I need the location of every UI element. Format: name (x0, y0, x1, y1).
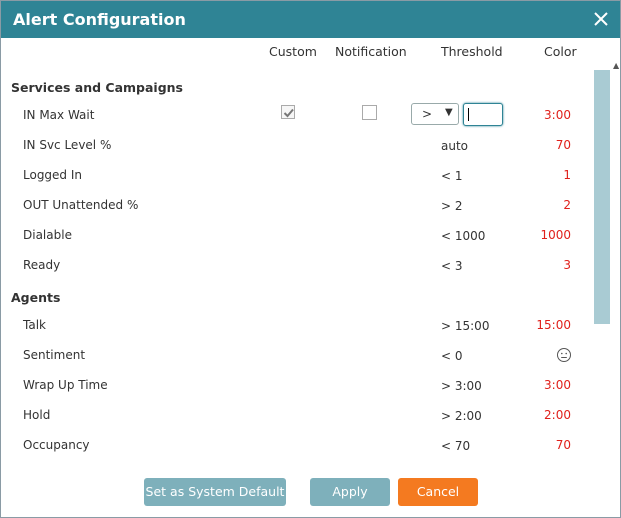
chevron-down-icon: ▼ (445, 107, 453, 118)
neutral-face-icon (556, 347, 572, 363)
row-threshold: > 2 (441, 199, 463, 213)
row-threshold: < 0 (441, 349, 463, 363)
row-color-value: 3:00 (544, 378, 571, 392)
scroll-up-icon[interactable]: ▲ (613, 61, 619, 70)
operator-value: > (422, 107, 433, 121)
dialog-titlebar: Alert Configuration (1, 1, 620, 38)
row-color-value: 3:00 (544, 108, 571, 122)
alert-configuration-dialog: Alert Configuration Custom Notification … (0, 0, 621, 518)
row-threshold: auto (441, 139, 469, 153)
row-threshold: > 2:00 (441, 409, 482, 423)
threshold-value-input[interactable] (463, 103, 503, 126)
section-title-agents: Agents (11, 290, 61, 305)
section-title-services: Services and Campaigns (11, 80, 183, 95)
row-label: Talk (23, 318, 46, 332)
row-threshold: > 15:00 (441, 319, 490, 333)
row-color-value: 70 (555, 438, 571, 452)
scrollbar-thumb[interactable] (594, 70, 610, 324)
row-color-value: 1 (563, 168, 571, 182)
set-system-default-button[interactable]: Set as System Default (144, 478, 286, 506)
row-label: OUT Unattended % (23, 198, 139, 212)
checkmark-icon (283, 108, 294, 118)
column-header-notification: Notification (335, 44, 407, 59)
row-threshold: < 70 (441, 439, 471, 453)
text-caret (468, 108, 469, 121)
row-threshold: < 1 (441, 169, 463, 183)
close-icon[interactable] (591, 9, 611, 29)
row-color-value: 2 (563, 198, 571, 212)
row-threshold: < 3 (441, 259, 463, 273)
dialog-title: Alert Configuration (13, 10, 186, 29)
row-label: Ready (23, 258, 61, 272)
row-label: Dialable (23, 228, 72, 242)
row-label: Occupancy (23, 438, 90, 452)
column-header-threshold: Threshold (441, 44, 503, 59)
column-header-custom: Custom (269, 44, 317, 59)
notification-checkbox[interactable] (362, 105, 377, 120)
row-color-value: 2:00 (544, 408, 571, 422)
row-label: Logged In (23, 168, 83, 182)
apply-button[interactable]: Apply (310, 478, 390, 506)
row-label: Wrap Up Time (23, 378, 108, 392)
row-threshold: < 1000 (441, 229, 486, 243)
row-label: Hold (23, 408, 51, 422)
row-label: Sentiment (23, 348, 86, 362)
alert-list[interactable]: Services and Campaigns IN Max Wait 3:00 … (1, 67, 592, 471)
row-label: IN Max Wait (23, 108, 95, 122)
column-header-color: Color (544, 44, 577, 59)
custom-checkbox[interactable] (281, 105, 295, 119)
cancel-button[interactable]: Cancel (398, 478, 478, 506)
row-color-value: 15:00 (536, 318, 571, 332)
row-color-value: 3 (563, 258, 571, 272)
row-color-value: 70 (555, 138, 571, 152)
row-color-value: 1000 (540, 228, 571, 242)
threshold-operator-select[interactable]: > ▼ (411, 103, 459, 125)
row-threshold: > 3:00 (441, 379, 482, 393)
row-label: IN Svc Level % (23, 138, 112, 152)
